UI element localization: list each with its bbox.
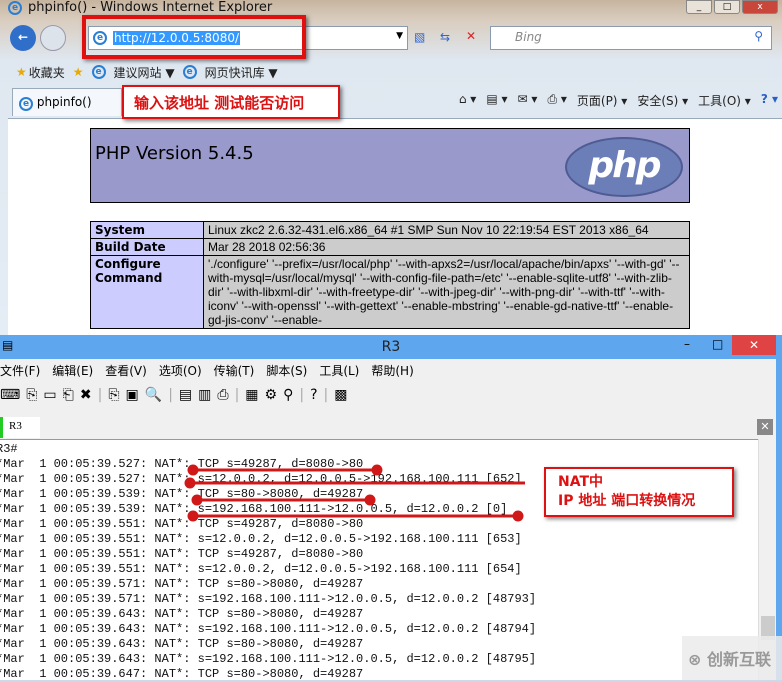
dot	[512, 510, 524, 522]
watermark-logo-icon: ⊗	[688, 650, 702, 669]
watermark: ⊗ 创新互联	[682, 636, 782, 680]
dot	[187, 464, 199, 476]
dot	[191, 494, 203, 506]
dot	[187, 510, 199, 522]
annotation-lines	[184, 464, 525, 522]
annotation-line: NAT中	[558, 474, 604, 490]
annotation-line: IP 地址 端口转换情况	[558, 493, 696, 509]
watermark-text: 创新互联	[706, 650, 771, 669]
dot	[364, 494, 376, 506]
dot	[184, 477, 196, 489]
dot	[371, 464, 383, 476]
nat-annotation: NAT中 IP 地址 端口转换情况	[544, 467, 734, 517]
